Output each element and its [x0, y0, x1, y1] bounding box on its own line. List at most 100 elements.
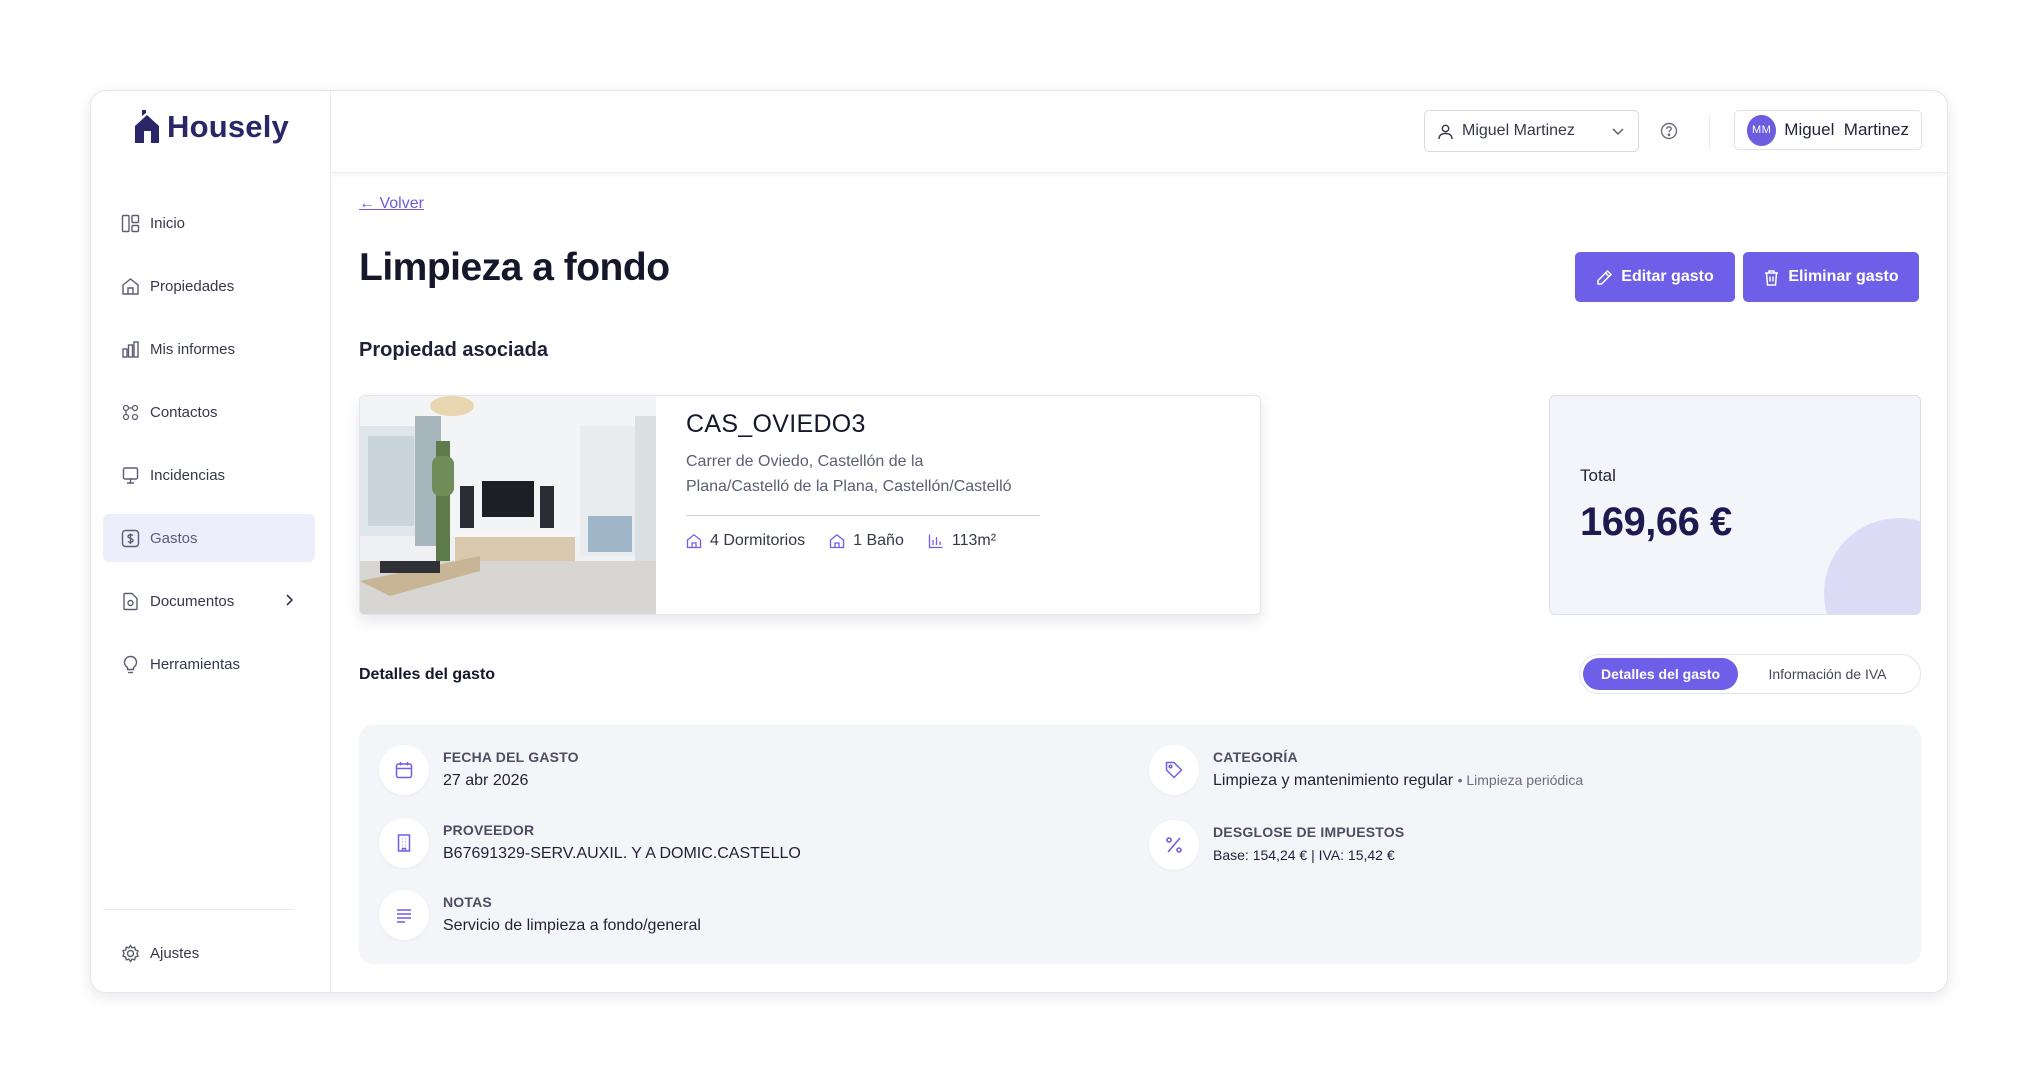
app-window: Housely Inicio Propiedades Mis informes — [90, 90, 1948, 993]
property-photo — [360, 396, 656, 614]
detail-label: FECHA DEL GASTO — [443, 749, 579, 765]
expense-details-heading: Detalles del gasto — [359, 666, 496, 683]
building-icon — [379, 818, 429, 868]
sidebar-item-contactos[interactable]: Contactos — [103, 388, 315, 436]
category-sub: • Limpieza periódica — [1457, 772, 1584, 788]
property-features: 4 Dormitorios 1 Baño 113m² — [686, 532, 1046, 550]
sidebar-item-label: Documentos — [150, 592, 235, 610]
trash-icon — [1765, 269, 1779, 286]
percent-icon — [1149, 820, 1199, 870]
back-link[interactable]: ← Volver — [359, 195, 424, 213]
detail-label: NOTAS — [443, 894, 492, 910]
sidebar-item-herramientas[interactable]: Herramientas — [103, 640, 315, 688]
tag-icon — [1149, 745, 1199, 795]
sidebar-item-label: Contactos — [150, 403, 218, 421]
sidebar-item-label: Ajustes — [150, 944, 200, 962]
page-title: Limpieza a fondo — [359, 246, 670, 289]
brand-logo[interactable]: Housely — [133, 109, 289, 145]
sidebar-item-gastos[interactable]: Gastos — [103, 514, 315, 562]
dashboard-icon — [121, 214, 140, 233]
detail-value: Base: 154,24 € | IVA: 15,42 € — [1213, 847, 1395, 863]
tab-detalles-gasto[interactable]: Detalles del gasto — [1583, 658, 1738, 690]
expense-details-panel: FECHA DEL GASTO 27 abr 2026 PROVEEDOR B6… — [359, 725, 1921, 964]
sidebar-item-informes[interactable]: Mis informes — [103, 325, 315, 373]
delete-expense-button[interactable]: Eliminar gasto — [1743, 252, 1919, 302]
text-lines-icon — [379, 890, 429, 940]
property-area: 113m² — [928, 532, 996, 550]
calendar-icon — [379, 745, 429, 795]
user-selector-value: Miguel Martinez — [1462, 122, 1575, 139]
monitor-icon — [121, 466, 140, 485]
sidebar-item-label: Gastos — [150, 529, 198, 547]
sidebar-item-propiedades[interactable]: Propiedades — [103, 262, 315, 310]
sidebar-item-documentos[interactable]: Documentos — [103, 577, 315, 625]
details-tab-toggle: Detalles del gasto Información de IVA — [1579, 654, 1921, 694]
document-icon — [121, 592, 140, 611]
sidebar-item-label: Propiedades — [150, 277, 235, 295]
sidebar-item-ajustes[interactable]: Ajustes — [103, 929, 315, 977]
detail-proveedor: PROVEEDOR B67691329-SERV.AUXIL. Y A DOMI… — [379, 818, 801, 868]
help-icon[interactable] — [1660, 122, 1678, 140]
header-divider — [1709, 115, 1710, 149]
contacts-icon — [121, 403, 140, 422]
bar-chart-icon — [121, 340, 140, 359]
sidebar-item-label: Mis informes — [150, 340, 236, 358]
total-card: Total 169,66 € — [1549, 395, 1921, 615]
detail-impuestos: DESGLOSE DE IMPUESTOS Base: 154,24 € | I… — [1149, 820, 1404, 870]
home-icon — [829, 533, 845, 549]
category-main: Limpieza y mantenimiento regular — [1213, 772, 1454, 789]
property-address-line: Carrer de Oviedo, Castellón de la — [686, 453, 924, 470]
decorative-circle — [1824, 518, 1920, 614]
total-label: Total — [1580, 466, 1616, 485]
property-address: Carrer de Oviedo, Castellón de la Plana/… — [686, 449, 1046, 499]
user-selector[interactable]: Miguel Martinez — [1424, 110, 1639, 152]
gear-icon — [121, 943, 140, 963]
brand-name: Housely — [167, 109, 289, 144]
chevron-right-icon — [286, 594, 294, 606]
house-logo-icon — [135, 110, 159, 143]
detail-value: Servicio de limpieza a fondo/general — [443, 917, 701, 934]
property-bathrooms: 1 Baño — [829, 532, 904, 550]
detail-label: PROVEEDOR — [443, 822, 535, 838]
sidebar-item-label: Inicio — [150, 214, 186, 232]
edit-expense-button[interactable]: Editar gasto — [1575, 252, 1735, 302]
property-info: CAS_OVIEDO3 Carrer de Oviedo, Castellón … — [686, 410, 1046, 550]
total-value: 169,66 € — [1580, 500, 1732, 544]
property-card[interactable]: CAS_OVIEDO3 Carrer de Oviedo, Castellón … — [359, 395, 1261, 615]
pencil-icon — [1597, 269, 1613, 285]
property-code: CAS_OVIEDO3 — [686, 410, 866, 438]
home-icon — [686, 533, 702, 549]
avatar: MM — [1747, 114, 1777, 146]
sidebar-item-inicio[interactable]: Inicio — [103, 199, 315, 247]
delete-expense-label: Eliminar gasto — [1788, 268, 1899, 285]
tab-informacion-iva[interactable]: Información de IVA — [1738, 658, 1917, 690]
profile-name: Miguel Martinez — [1784, 120, 1909, 139]
chevron-down-icon — [1612, 128, 1624, 136]
lightbulb-icon — [121, 655, 140, 674]
detail-value: B67691329-SERV.AUXIL. Y A DOMIC.CASTELLO — [443, 845, 801, 862]
detail-label: DESGLOSE DE IMPUESTOS — [1213, 824, 1405, 840]
detail-value: Limpieza y mantenimiento regular • Limpi… — [1213, 772, 1583, 790]
user-icon — [1438, 124, 1453, 139]
detail-fecha: FECHA DEL GASTO 27 abr 2026 — [379, 745, 579, 795]
top-bar: Miguel Martinez MM Miguel Martinez — [331, 91, 1947, 173]
profile-button[interactable]: MM Miguel Martinez — [1734, 110, 1922, 150]
detail-label: CATEGORÍA — [1213, 749, 1298, 765]
property-address-line: Plana/Castelló de la Plana, Castellón/Ca… — [686, 478, 1012, 495]
detail-notas: NOTAS Servicio de limpieza a fondo/gener… — [379, 890, 701, 940]
sidebar-nav: Inicio Propiedades Mis informes Contacto… — [103, 199, 315, 703]
edit-expense-label: Editar gasto — [1621, 268, 1714, 285]
sidebar-item-incidencias[interactable]: Incidencias — [103, 451, 315, 499]
sidebar-divider — [103, 909, 294, 910]
sidebar-item-label: Incidencias — [150, 466, 226, 484]
home-icon — [121, 277, 140, 296]
detail-value: 27 abr 2026 — [443, 772, 529, 789]
property-divider — [686, 515, 1040, 516]
detail-categoria: CATEGORÍA Limpieza y mantenimiento regul… — [1149, 745, 1583, 795]
bar-chart-icon — [928, 534, 943, 549]
sidebar: Housely Inicio Propiedades Mis informes — [91, 91, 331, 992]
associated-property-heading: Propiedad asociada — [359, 339, 548, 361]
dollar-icon — [121, 529, 140, 548]
sidebar-item-label: Herramientas — [150, 655, 241, 673]
property-bedrooms: 4 Dormitorios — [686, 532, 805, 550]
